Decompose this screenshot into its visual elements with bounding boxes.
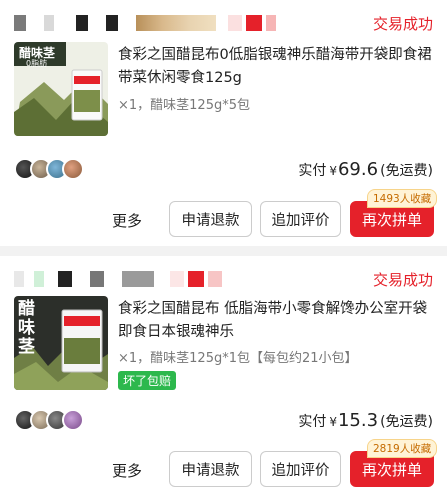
damage-guarantee-tag: 坏了包赔 [118, 371, 177, 390]
paid-total: 实付 ¥ 69.6 (免运费) [298, 159, 433, 180]
paid-total: 实付 ¥ 15.3 (免运费) [298, 410, 433, 431]
shop-header-blurred[interactable] [14, 12, 276, 34]
paid-amount: 69.6 [337, 159, 379, 180]
avatar [62, 158, 84, 180]
shop-header-blurred[interactable] [14, 268, 222, 290]
product-thumbnail[interactable]: 醋味茎 0脂肪 [14, 42, 108, 136]
order-card[interactable]: 交易成功 醋味茎 0脂肪 食彩之国醋昆布0低脂银魂神乐醋海带开袋即食裙带菜休闲零… [0, 0, 447, 246]
add-review-button[interactable]: 追加评价 [260, 201, 341, 237]
paid-label: 实付 [298, 163, 327, 179]
product-thumbnail[interactable]: 醋味茎 [14, 296, 108, 390]
shipping-note: (免运费) [380, 163, 433, 179]
order-status: 交易成功 [372, 271, 433, 289]
paid-label: 实付 [298, 414, 327, 430]
order-status: 交易成功 [372, 15, 433, 33]
paid-amount: 15.3 [337, 410, 379, 431]
product-spec: ×1，醋味茎125g*5包 [118, 98, 250, 113]
add-review-button[interactable]: 追加评价 [260, 451, 341, 487]
refund-button[interactable]: 申请退款 [169, 451, 252, 487]
product-title[interactable]: 食彩之国醋昆布0低脂银魂神乐醋海带开袋即食裙带菜休闲零食125g [118, 44, 435, 90]
product-spec: ×1，醋味茎125g*1包【每包约21小包】 [118, 351, 358, 366]
favorite-count-badge: 1493人收藏 [367, 189, 438, 208]
favorite-count-badge: 2819人收藏 [367, 439, 438, 458]
avatar [62, 409, 84, 431]
product-sub-label: 0脂肪 [26, 59, 48, 68]
refund-button[interactable]: 申请退款 [169, 201, 252, 237]
product-title[interactable]: 食彩之国醋昆布 低脂海带小零食解馋办公室开袋即食日本银魂神乐 [118, 298, 435, 344]
product-label: 醋味茎 [18, 299, 35, 357]
currency-symbol: ¥ [329, 164, 337, 178]
currency-symbol: ¥ [329, 415, 337, 429]
group-avatars[interactable] [14, 409, 84, 431]
group-avatars[interactable] [14, 158, 84, 180]
more-button[interactable]: 更多 [112, 460, 142, 481]
order-card[interactable]: 交易成功 醋味茎 食彩之国醋昆布 低脂海带小零食解馋办公室开袋即食日本银魂神乐 … [0, 256, 447, 500]
shipping-note: (免运费) [380, 414, 433, 430]
more-button[interactable]: 更多 [112, 210, 142, 231]
